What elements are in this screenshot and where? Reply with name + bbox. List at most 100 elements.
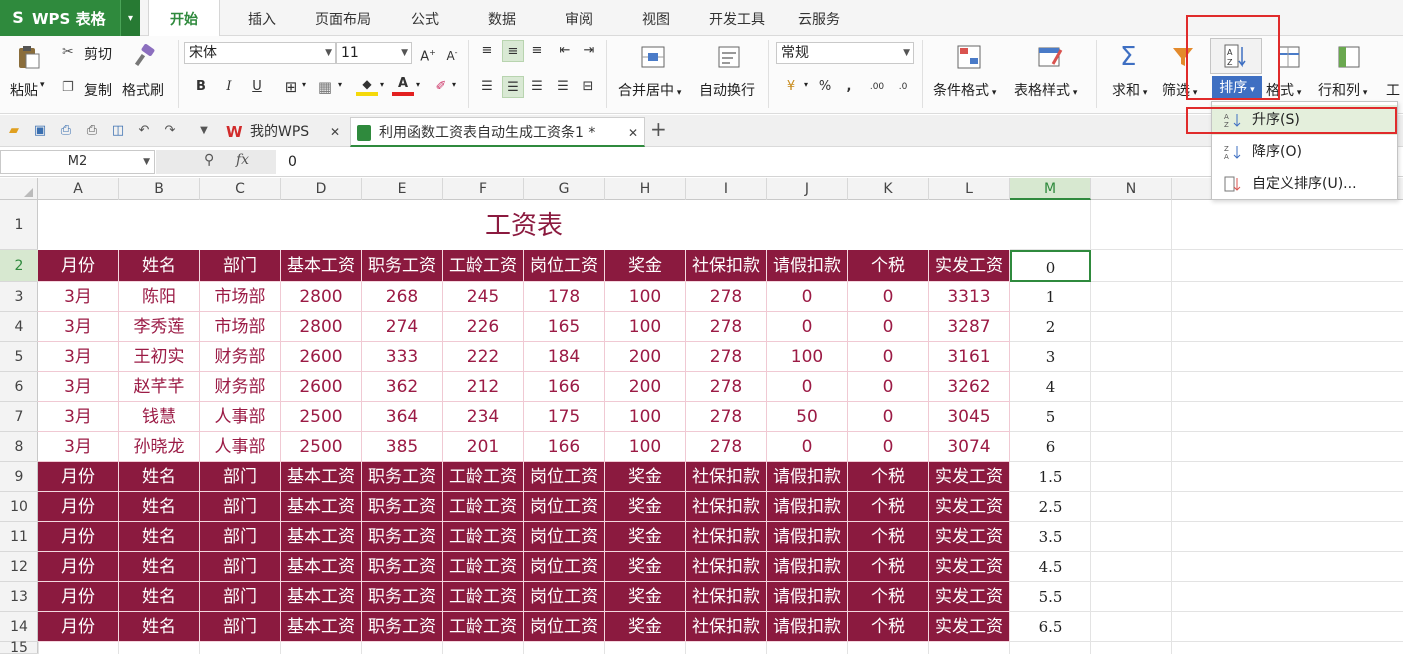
- preview-icon[interactable]: ◫: [110, 123, 126, 139]
- data-cell[interactable]: 2800: [281, 312, 362, 342]
- header-cell[interactable]: 实发工资: [929, 250, 1010, 282]
- data-cell[interactable]: 165: [524, 312, 605, 342]
- header-cell[interactable]: 社保扣款: [686, 612, 767, 642]
- header-cell[interactable]: 实发工资: [929, 492, 1010, 522]
- rows-columns-icon[interactable]: [1336, 44, 1362, 70]
- header-cell[interactable]: 姓名: [119, 522, 200, 552]
- chevron-down-icon[interactable]: ▾: [120, 0, 140, 36]
- data-cell[interactable]: 3074: [929, 432, 1010, 462]
- helper-cell[interactable]: 4: [1010, 372, 1091, 402]
- tab-developer[interactable]: 开发工具: [700, 0, 774, 36]
- close-icon[interactable]: ✕: [628, 118, 638, 148]
- data-cell[interactable]: 3313: [929, 282, 1010, 312]
- row-header-14[interactable]: 14: [0, 612, 38, 642]
- header-cell[interactable]: 请假扣款: [767, 582, 848, 612]
- helper-cell[interactable]: 2: [1010, 312, 1091, 342]
- row-header-1[interactable]: 1: [0, 200, 38, 250]
- data-cell[interactable]: 0: [848, 372, 929, 402]
- data-cell[interactable]: 0: [767, 282, 848, 312]
- data-cell[interactable]: 3月: [38, 312, 119, 342]
- data-cell[interactable]: 212: [443, 372, 524, 402]
- worksheet-button[interactable]: 工: [1386, 80, 1400, 100]
- cell-style-icon[interactable]: ▦: [314, 76, 336, 98]
- data-cell[interactable]: 278: [686, 312, 767, 342]
- data-cell[interactable]: 200: [605, 372, 686, 402]
- data-cell[interactable]: 3月: [38, 402, 119, 432]
- helper-cell[interactable]: 5.5: [1010, 582, 1091, 612]
- data-cell[interactable]: 175: [524, 402, 605, 432]
- data-cell[interactable]: 278: [686, 342, 767, 372]
- row-header-8[interactable]: 8: [0, 432, 38, 462]
- helper-cell[interactable]: 3: [1010, 342, 1091, 372]
- column-header-m[interactable]: M: [1010, 178, 1091, 200]
- header-cell[interactable]: 实发工资: [929, 582, 1010, 612]
- data-cell[interactable]: 278: [686, 402, 767, 432]
- header-cell[interactable]: 岗位工资: [524, 612, 605, 642]
- header-cell[interactable]: 社保扣款: [686, 462, 767, 492]
- data-cell[interactable]: 3045: [929, 402, 1010, 432]
- fx-icon[interactable]: fx: [236, 152, 249, 168]
- data-cell[interactable]: 财务部: [200, 342, 281, 372]
- open-folder-icon[interactable]: ▰: [6, 123, 22, 139]
- header-cell[interactable]: 个税: [848, 552, 929, 582]
- new-tab-icon[interactable]: +: [650, 119, 667, 139]
- number-format-select[interactable]: 常规 ▼: [776, 42, 914, 64]
- close-icon[interactable]: ✕: [330, 117, 340, 147]
- header-cell[interactable]: 请假扣款: [767, 612, 848, 642]
- data-cell[interactable]: 王初实: [119, 342, 200, 372]
- header-cell[interactable]: 个税: [848, 522, 929, 552]
- header-cell[interactable]: 月份: [38, 582, 119, 612]
- row-header-10[interactable]: 10: [0, 492, 38, 522]
- helper-cell[interactable]: 5: [1010, 402, 1091, 432]
- fill-color-icon[interactable]: ◆: [356, 76, 378, 98]
- chevron-down-icon[interactable]: ▾: [380, 80, 384, 89]
- row-header-11[interactable]: 11: [0, 522, 38, 552]
- header-cell[interactable]: 请假扣款: [767, 250, 848, 282]
- header-cell[interactable]: 基本工资: [281, 492, 362, 522]
- data-cell[interactable]: 钱慧: [119, 402, 200, 432]
- data-cell[interactable]: 2600: [281, 342, 362, 372]
- data-cell[interactable]: 178: [524, 282, 605, 312]
- header-cell[interactable]: 月份: [38, 552, 119, 582]
- data-cell[interactable]: 50: [767, 402, 848, 432]
- header-cell[interactable]: 个税: [848, 462, 929, 492]
- column-header-b[interactable]: B: [119, 178, 200, 200]
- header-cell[interactable]: 职务工资: [362, 250, 443, 282]
- tab-view[interactable]: 视图: [626, 0, 686, 36]
- header-cell[interactable]: 月份: [38, 462, 119, 492]
- data-cell[interactable]: 100: [605, 282, 686, 312]
- header-cell[interactable]: 基本工资: [281, 612, 362, 642]
- data-cell[interactable]: 0: [767, 312, 848, 342]
- data-cell[interactable]: 3262: [929, 372, 1010, 402]
- header-cell[interactable]: 部门: [200, 462, 281, 492]
- sum-button[interactable]: 求和 ▾: [1112, 80, 1147, 100]
- data-cell[interactable]: 2600: [281, 372, 362, 402]
- header-cell[interactable]: 基本工资: [281, 552, 362, 582]
- header-cell[interactable]: 姓名: [119, 552, 200, 582]
- menu-item-sort-descending[interactable]: ZA 降序(O): [1212, 137, 1397, 167]
- sum-icon[interactable]: Σ: [1120, 42, 1136, 72]
- paste-chevron-icon[interactable]: ▾: [40, 80, 45, 90]
- header-cell[interactable]: 奖金: [605, 462, 686, 492]
- header-cell[interactable]: 姓名: [119, 492, 200, 522]
- paste-icon[interactable]: [16, 44, 42, 70]
- data-cell[interactable]: 333: [362, 342, 443, 372]
- data-cell[interactable]: 201: [443, 432, 524, 462]
- column-header-h[interactable]: H: [605, 178, 686, 200]
- header-cell[interactable]: 部门: [200, 522, 281, 552]
- helper-cell[interactable]: 4.5: [1010, 552, 1091, 582]
- print-icon[interactable]: ⎙: [84, 123, 100, 139]
- data-cell[interactable]: 278: [686, 282, 767, 312]
- row-header-2[interactable]: 2: [0, 250, 38, 282]
- percent-button[interactable]: %: [814, 76, 836, 98]
- data-cell[interactable]: 200: [605, 342, 686, 372]
- data-cell[interactable]: 222: [443, 342, 524, 372]
- row-header-6[interactable]: 6: [0, 372, 38, 402]
- align-right-icon[interactable]: ☰: [526, 76, 548, 98]
- data-cell[interactable]: 100: [605, 312, 686, 342]
- data-cell[interactable]: 3月: [38, 372, 119, 402]
- header-cell[interactable]: 工龄工资: [443, 492, 524, 522]
- header-cell[interactable]: 实发工资: [929, 462, 1010, 492]
- header-cell[interactable]: 社保扣款: [686, 582, 767, 612]
- align-center-icon[interactable]: ☰: [502, 76, 524, 98]
